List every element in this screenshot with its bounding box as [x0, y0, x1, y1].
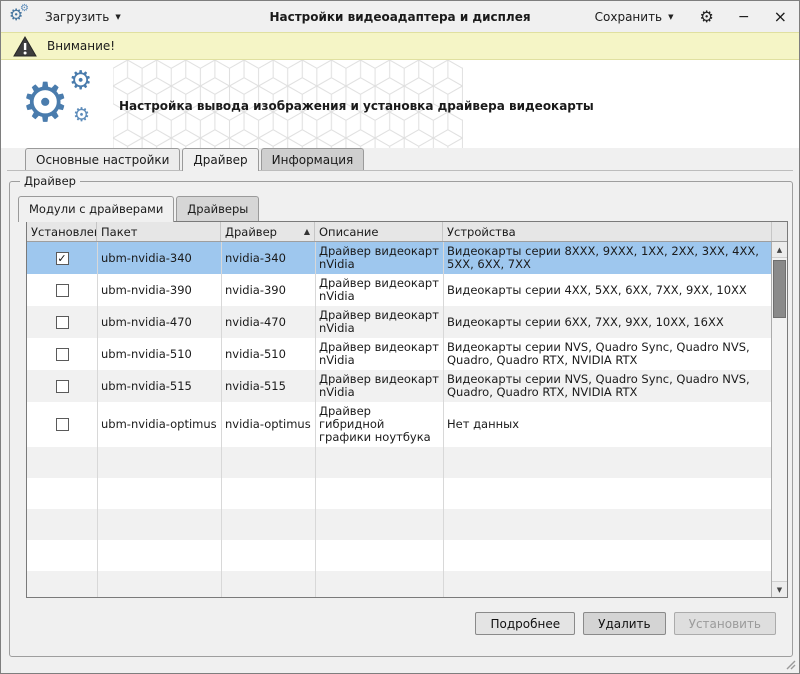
devices-cell: Видеокарты серии NVS, Quadro Sync, Quadr…: [443, 338, 771, 370]
tab-information[interactable]: Информация: [261, 148, 365, 170]
action-buttons: Подробнее Удалить Установить: [475, 612, 776, 635]
driver-cell: nvidia-470: [221, 306, 315, 338]
gears-logo-icon: ⚙ ⚙ ⚙: [21, 64, 113, 144]
devices-cell: Видеокарты серии 4XX, 5XX, 6XX, 7XX, 9XX…: [443, 274, 771, 306]
description-cell: Драйвер видеокарт nVidia: [315, 242, 443, 274]
package-cell: ubm-nvidia-optimus: [97, 402, 221, 447]
devices-cell: Нет данных: [443, 402, 771, 447]
column-header-devices[interactable]: Устройства: [443, 222, 771, 241]
empty-rows-area: [27, 447, 771, 597]
installed-cell: [27, 338, 97, 370]
scrollbar-track[interactable]: [772, 258, 787, 581]
package-cell: ubm-nvidia-510: [97, 338, 221, 370]
checkbox-unchecked-icon[interactable]: [56, 348, 69, 361]
driver-groupbox: Драйвер Модули с драйверами Драйверы Уст…: [9, 181, 793, 657]
installed-cell: [27, 306, 97, 338]
driver-cell: nvidia-510: [221, 338, 315, 370]
tab-drivers[interactable]: Драйверы: [176, 196, 259, 221]
main-tabbar: Основные настройки Драйвер Информация: [25, 148, 366, 170]
devices-cell: Видеокарты серии 6XX, 7XX, 9XX, 10XX, 16…: [443, 306, 771, 338]
table-row[interactable]: ubm-nvidia-optimusnvidia-optimusДрайвер …: [27, 402, 771, 447]
sort-ascending-icon: ▲: [298, 227, 310, 236]
driver-cell: nvidia-515: [221, 370, 315, 402]
table-row[interactable]: ubm-nvidia-515nvidia-515Драйвер видеокар…: [27, 370, 771, 402]
settings-gear-button[interactable]: ⚙: [696, 7, 718, 27]
install-button[interactable]: Установить: [674, 612, 776, 635]
description-cell: Драйвер видеокарт nVidia: [315, 306, 443, 338]
tab-basic-settings[interactable]: Основные настройки: [25, 148, 180, 170]
driver-cell: nvidia-390: [221, 274, 315, 306]
checkbox-unchecked-icon[interactable]: [56, 418, 69, 431]
table-row[interactable]: ubm-nvidia-470nvidia-470Драйвер видеокар…: [27, 306, 771, 338]
checkbox-unchecked-icon[interactable]: [56, 316, 69, 329]
package-cell: ubm-nvidia-340: [97, 242, 221, 274]
minimize-button[interactable]: −: [734, 8, 754, 26]
driver-table: Установлен Пакет Драйвер ▲ Описание Устр…: [26, 221, 788, 598]
driver-cell: nvidia-optimus: [221, 402, 315, 447]
warning-banner: Внимание!: [1, 32, 799, 60]
window-title: Настройки видеоадаптера и дисплея: [269, 10, 530, 24]
description-cell: Драйвер гибридной графики ноутбука: [315, 402, 443, 447]
description-cell: Драйвер видеокарт nVidia: [315, 274, 443, 306]
installed-cell: [27, 370, 97, 402]
checkbox-checked-icon[interactable]: ✓: [56, 252, 69, 265]
warning-text: Внимание!: [47, 39, 115, 53]
scroll-up-button[interactable]: ▲: [772, 242, 787, 258]
package-cell: ubm-nvidia-515: [97, 370, 221, 402]
details-button[interactable]: Подробнее: [475, 612, 575, 635]
installed-cell: ✓: [27, 242, 97, 274]
installed-cell: [27, 402, 97, 447]
driver-cell: nvidia-340: [221, 242, 315, 274]
table-body: ✓ubm-nvidia-340nvidia-340Драйвер видеока…: [27, 242, 771, 597]
driver-groupbox-label: Драйвер: [20, 174, 80, 188]
table-header: Установлен Пакет Драйвер ▲ Описание Устр…: [27, 222, 787, 242]
save-menu-button[interactable]: Сохранить ▼: [589, 6, 680, 28]
table-row[interactable]: ubm-nvidia-390nvidia-390Драйвер видеокар…: [27, 274, 771, 306]
close-button[interactable]: ×: [770, 7, 791, 27]
column-header-package[interactable]: Пакет: [97, 222, 221, 241]
checkbox-unchecked-icon[interactable]: [56, 284, 69, 297]
column-header-installed[interactable]: Установлен: [27, 222, 97, 241]
scroll-down-button[interactable]: ▼: [772, 581, 787, 597]
dropdown-arrow-icon: ▼: [668, 13, 673, 21]
installed-cell: [27, 274, 97, 306]
devices-cell: Видеокарты серии NVS, Quadro Sync, Quadr…: [443, 370, 771, 402]
column-header-description[interactable]: Описание: [315, 222, 443, 241]
column-header-driver[interactable]: Драйвер ▲: [221, 222, 315, 241]
tab-driver[interactable]: Драйвер: [182, 148, 258, 171]
save-menu-label: Сохранить: [595, 10, 663, 24]
app-gears-icon: ⚙ ⚙: [9, 6, 33, 28]
remove-button[interactable]: Удалить: [583, 612, 666, 635]
load-menu-button[interactable]: Загрузить ▼: [39, 6, 127, 28]
devices-cell: Видеокарты серии 8XXX, 9XXX, 1XX, 2XX, 3…: [443, 242, 771, 274]
titlebar: ⚙ ⚙ Загрузить ▼ Настройки видеоадаптера …: [1, 1, 799, 32]
package-cell: ubm-nvidia-470: [97, 306, 221, 338]
resize-grip[interactable]: [785, 659, 796, 670]
table-row[interactable]: ubm-nvidia-510nvidia-510Драйвер видеокар…: [27, 338, 771, 370]
warning-triangle-icon: [13, 36, 37, 57]
header-subtitle: Настройка вывода изображения и установка…: [119, 99, 594, 113]
table-row[interactable]: ✓ ubm-nvidia-340nvidia-340Драйвер видеока…: [27, 242, 771, 274]
titlebar-controls: Сохранить ▼ ⚙ − ×: [589, 6, 791, 28]
application-window: ⚙ ⚙ Загрузить ▼ Настройки видеоадаптера …: [0, 0, 800, 674]
dropdown-arrow-icon: ▼: [115, 13, 120, 21]
description-cell: Драйвер видеокарт nVidia: [315, 370, 443, 402]
driver-inner-tabbar: Модули с драйверами Драйверы: [18, 196, 261, 221]
load-menu-label: Загрузить: [45, 10, 109, 24]
tab-driver-modules[interactable]: Модули с драйверами: [18, 196, 174, 222]
checkbox-unchecked-icon[interactable]: [56, 380, 69, 393]
vertical-scrollbar[interactable]: ▲ ▼: [771, 242, 787, 597]
package-cell: ubm-nvidia-390: [97, 274, 221, 306]
header-banner: ⚙ ⚙ ⚙ Настройка вывода изображения и уст…: [1, 60, 799, 148]
table-header-corner: [771, 222, 787, 241]
scrollbar-thumb[interactable]: [773, 260, 786, 318]
tab-pane-border: [7, 170, 793, 171]
table-rows: ✓ubm-nvidia-340nvidia-340Драйвер видеока…: [27, 242, 771, 447]
description-cell: Драйвер видеокарт nVidia: [315, 338, 443, 370]
